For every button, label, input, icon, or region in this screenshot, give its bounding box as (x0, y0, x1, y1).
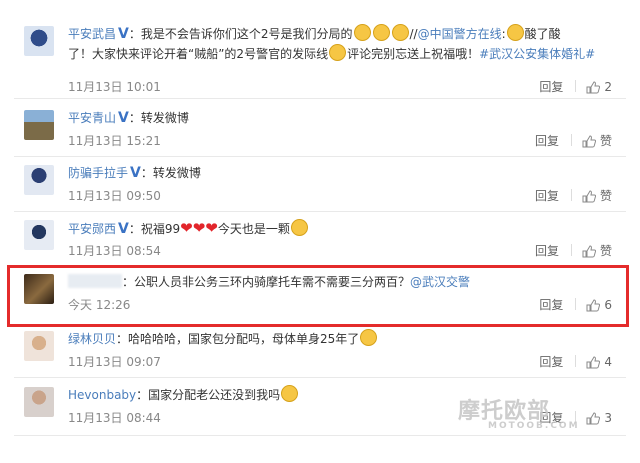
like-count: 2 (604, 80, 612, 94)
avatar[interactable] (24, 331, 54, 361)
like-button[interactable]: 4 (586, 355, 612, 369)
comment-content: 平安青山 V：转发微博 11月13日 15:21 (68, 108, 620, 148)
verified-badge-icon: V (118, 26, 129, 42)
highlight-box (7, 265, 629, 327)
reply-button[interactable]: 回复 (535, 134, 559, 148)
comment-item: 平安郧西 V：祝福99❤❤❤今天也是一颗 11月13日 08:54 回复赞 (14, 216, 626, 267)
verified-badge-icon: V (118, 221, 129, 237)
comment-text: ：转发微博 (128, 111, 189, 125)
mention-link[interactable]: #武汉公安集体婚礼# (479, 47, 595, 61)
thumbs-up-icon (586, 81, 601, 97)
action-separator (570, 244, 572, 256)
comment-actions: 回复 赞 (535, 132, 612, 151)
comment-text: ：我是不会告诉你们这个2号是我们分局的 (128, 27, 353, 41)
comment-text: ：转发微博 (140, 166, 201, 180)
watermark-sub: MOTOOB.COM (488, 421, 580, 431)
comment-timestamp: 11月13日 09:50 (68, 189, 161, 203)
emoji-icon (372, 24, 390, 41)
comment-content: 防骗手拉手 V：转发微博 11月13日 09:50 (68, 163, 620, 203)
avatar[interactable] (24, 165, 54, 195)
heart-icon: ❤ (180, 219, 193, 237)
like-count: 3 (604, 411, 612, 425)
reply-button[interactable]: 回复 (539, 355, 563, 369)
comment-item: 绿林贝贝：哈哈哈哈，国家包分配吗，母体单身25年了 11月13日 09:07 回复 4 (14, 327, 626, 378)
avatar[interactable] (24, 26, 54, 56)
thumbs-up-icon (582, 245, 597, 261)
comment-actions: 回复 赞 (535, 242, 612, 261)
like-button[interactable]: 赞 (582, 189, 612, 203)
comment-line-2: 了！大家快来评论开着“贼船”的2号警官的发际线 评论完别忘送上祝福哦！#武汉公安集… (68, 44, 620, 64)
thumbs-up-icon (582, 135, 597, 151)
comment-content: 平安郧西 V：祝福99❤❤❤今天也是一颗 11月13日 08:54 (68, 218, 620, 258)
username-link[interactable]: 平安郧西 (68, 222, 116, 236)
thumbs-up-icon (586, 356, 601, 372)
username-link[interactable]: 平安青山 (68, 111, 116, 125)
comment-text: : (501, 27, 506, 41)
like-button[interactable]: 2 (586, 80, 612, 94)
avatar[interactable] (24, 387, 54, 417)
comment-content: 绿林贝贝：哈哈哈哈，国家包分配吗，母体单身25年了 11月13日 09:07 (68, 329, 620, 369)
avatar[interactable] (24, 110, 54, 140)
verified-badge-icon: V (118, 110, 129, 126)
comment-item: 平安青山 V：转发微博 11月13日 15:21 回复 赞 (14, 106, 626, 157)
comment-text: 今天也是一颗 (217, 222, 290, 236)
emoji-icon (353, 24, 371, 41)
avatar[interactable] (24, 220, 54, 250)
verified-badge-icon: V (130, 165, 141, 181)
comment-line: 平安武昌 V：我是不会告诉你们这个2号是我们分局的 //@中国警方在线: 酸了酸 (68, 24, 620, 44)
emoji-icon (391, 24, 409, 41)
comment-text: ：国家分配老公还没到我吗 (136, 388, 281, 402)
mention-link[interactable]: @中国警方在线 (418, 27, 502, 41)
comment-content: 平安武昌 V：我是不会告诉你们这个2号是我们分局的 //@中国警方在线: 酸了酸了！大… (68, 24, 620, 94)
comment-line: 防骗手拉手 V：转发微博 (68, 163, 620, 183)
comment-item: 防骗手拉手 V：转发微博 11月13日 09:50 回复 赞 (14, 161, 626, 212)
emoji-icon (281, 385, 299, 402)
comment-actions: 回复 4 (539, 353, 612, 372)
like-button[interactable]: 赞 (582, 134, 612, 148)
comment-line: 平安青山 V：转发微博 (68, 108, 620, 128)
comment-timestamp: 11月13日 10:01 (68, 80, 161, 94)
action-separator (575, 355, 577, 367)
comment-text: ：哈哈哈哈，国家包分配吗，母体单身25年了 (116, 332, 360, 346)
emoji-icon (360, 329, 378, 346)
comment-timestamp: 11月13日 09:07 (68, 355, 161, 369)
thumbs-up-icon (582, 190, 597, 206)
comment-timestamp: 11月13日 08:54 (68, 244, 161, 258)
comment-timestamp: 11月13日 08:44 (68, 411, 161, 425)
username-link[interactable]: 防骗手拉手 (68, 166, 128, 180)
username-link[interactable]: 绿林贝贝 (68, 332, 116, 346)
reply-button[interactable]: 回复 (535, 189, 559, 203)
like-button[interactable]: 3 (586, 411, 612, 425)
comment-actions: 回复 2 (539, 78, 612, 97)
heart-icon: ❤ (192, 219, 206, 237)
like-count: 4 (604, 355, 612, 369)
like-button[interactable]: 赞 (582, 244, 612, 258)
comment-text: // (409, 27, 418, 41)
emoji-icon (290, 219, 308, 236)
like-count: 赞 (599, 244, 612, 258)
comment-text: 酸了酸 (524, 27, 561, 41)
heart-icon: ❤ (205, 219, 218, 237)
comment-item: 平安武昌 V：我是不会告诉你们这个2号是我们分局的 //@中国警方在线: 酸了酸了！大… (14, 22, 626, 99)
reply-button[interactable]: 回复 (539, 80, 563, 94)
comment-actions: 回复 赞 (535, 187, 612, 206)
emoji-icon (506, 24, 524, 41)
comment-text: 了！大家快来评论开着“贼船”的2号警官的发际线 (68, 47, 329, 61)
comment-text: 评论完别忘送上祝福哦！ (347, 47, 480, 61)
like-count: 赞 (599, 134, 612, 148)
action-separator (570, 189, 572, 201)
emoji-icon (329, 44, 347, 61)
comment-line: 绿林贝贝：哈哈哈哈，国家包分配吗，母体单身25年了 (68, 329, 620, 349)
username-link[interactable]: Hevonbaby (68, 388, 136, 402)
comment-timestamp: 11月13日 15:21 (68, 134, 161, 148)
like-count: 赞 (599, 189, 612, 203)
action-separator (570, 134, 572, 146)
comment-line: 平安郧西 V：祝福99❤❤❤今天也是一颗 (68, 218, 620, 239)
reply-button[interactable]: 回复 (535, 244, 559, 258)
action-separator (575, 80, 577, 92)
username-link[interactable]: 平安武昌 (68, 27, 116, 41)
watermark: 摩托欧部 MOTOOB.COM (458, 393, 580, 431)
comment-text: ：祝福99 (128, 222, 181, 236)
thumbs-up-icon (586, 412, 601, 428)
